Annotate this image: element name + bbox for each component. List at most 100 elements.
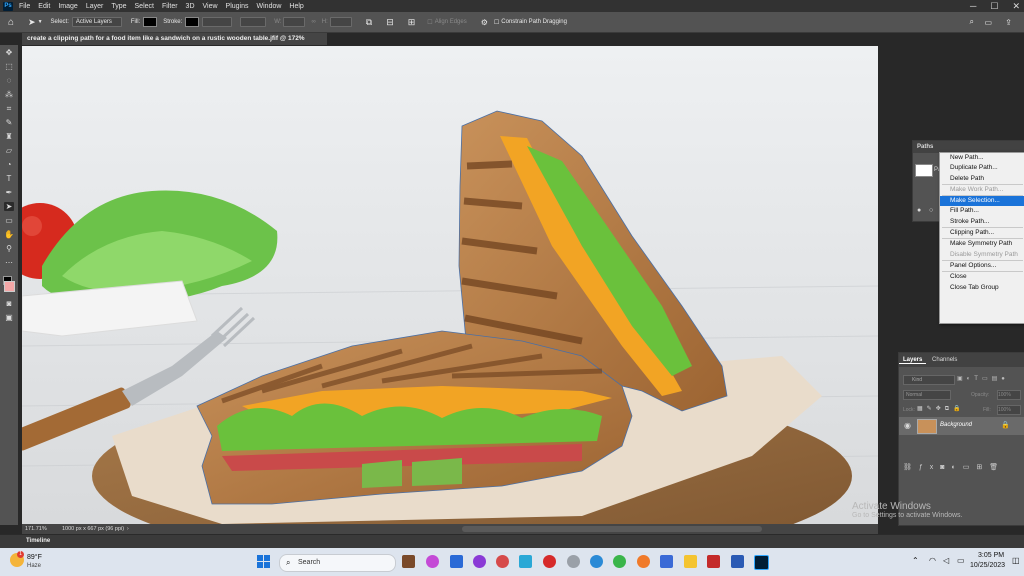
volume-icon[interactable]: ◁: [943, 556, 949, 565]
more-tools-icon[interactable]: ⋯: [4, 258, 14, 267]
chevron-down-icon[interactable]: ▼: [38, 19, 43, 25]
timeline-panel[interactable]: Timeline: [0, 534, 1024, 549]
app-icon-1[interactable]: [426, 555, 439, 568]
app-icon-4[interactable]: [519, 555, 532, 568]
path-thumbnail[interactable]: [915, 164, 933, 177]
close-icon[interactable]: ✕: [1012, 1, 1020, 12]
menu-make-symmetry-path[interactable]: Make Symmetry Path: [940, 239, 1024, 249]
horizontal-scrollbar[interactable]: [462, 526, 762, 532]
stroke-type-dropdown[interactable]: [240, 17, 267, 27]
edge-icon[interactable]: [590, 555, 603, 568]
tab-layers[interactable]: Layers: [899, 357, 927, 364]
fill-input[interactable]: 100%: [997, 405, 1021, 415]
menu-window[interactable]: Window: [257, 3, 282, 10]
pen-tool-icon[interactable]: ✒: [4, 188, 14, 197]
wifi-icon[interactable]: ◠: [929, 556, 936, 565]
path-selection-icon[interactable]: ➤: [4, 202, 14, 211]
word-icon[interactable]: [731, 555, 744, 568]
stamp-tool-icon[interactable]: ♜: [4, 132, 14, 141]
menu-close-tab-group[interactable]: Close Tab Group: [940, 283, 1024, 293]
menu-close[interactable]: Close: [940, 272, 1024, 282]
menu-file[interactable]: File: [19, 3, 30, 10]
magic-wand-tool-icon[interactable]: ⁂: [4, 90, 14, 99]
width-input[interactable]: [283, 17, 306, 27]
layer-row-background[interactable]: ◉ Background 🔒: [899, 417, 1024, 435]
notification-icon[interactable]: ◫: [1012, 556, 1020, 565]
move-tool-icon[interactable]: ✥: [4, 48, 14, 57]
menu-make-work-path[interactable]: Make Work Path...: [940, 185, 1024, 195]
blend-mode-dropdown[interactable]: Normal: [903, 390, 951, 400]
app-icon-2[interactable]: [450, 555, 463, 568]
file-explorer-icon[interactable]: [684, 555, 697, 568]
menu-new-path[interactable]: New Path...: [940, 153, 1024, 163]
shape-tool-icon[interactable]: ▭: [4, 216, 14, 225]
menu-plugins[interactable]: Plugins: [226, 3, 249, 10]
constrain-checkbox[interactable]: ☐: [494, 19, 499, 26]
hand-tool-icon[interactable]: ✋: [4, 230, 14, 239]
stroke-path-icon[interactable]: ○: [929, 207, 933, 214]
fill-swatch[interactable]: [143, 17, 158, 27]
app-icon-3[interactable]: [473, 555, 486, 568]
maximize-icon[interactable]: ☐: [990, 1, 998, 12]
background-color-swatch[interactable]: [4, 281, 15, 292]
menu-3d[interactable]: 3D: [186, 3, 195, 10]
visibility-eye-icon[interactable]: ◉: [904, 421, 911, 430]
zoom-level[interactable]: 171.71%: [25, 526, 47, 532]
document-tab[interactable]: create a clipping path for a food item l…: [22, 33, 327, 54]
menu-select[interactable]: Select: [135, 3, 154, 10]
align-edges-checkbox[interactable]: ☐: [427, 19, 432, 26]
menu-type[interactable]: Type: [111, 3, 126, 10]
brush-tool-icon[interactable]: ✎: [4, 118, 14, 127]
opera-icon[interactable]: [543, 555, 556, 568]
workspace-icon[interactable]: ▭: [984, 18, 992, 27]
calculator-icon[interactable]: [660, 555, 673, 568]
lock-icons[interactable]: ▦✎✥⧉🔒: [917, 405, 964, 413]
menu-edit[interactable]: Edit: [38, 3, 50, 10]
layer-actions[interactable]: ⛓ƒx◙◐▭⊞🗑: [903, 463, 1005, 471]
stroke-width-input[interactable]: [202, 17, 233, 27]
menu-delete-path[interactable]: Delete Path: [940, 174, 1024, 184]
task-view-icon[interactable]: [402, 555, 415, 568]
chrome-icon[interactable]: [613, 555, 626, 568]
clock-time[interactable]: 3:05 PM: [978, 552, 1004, 559]
clock-date[interactable]: 10/25/2023: [970, 562, 1005, 569]
menu-fill-path[interactable]: Fill Path...: [940, 206, 1024, 216]
quick-mask-icon[interactable]: ◙: [4, 299, 14, 308]
menu-layer[interactable]: Layer: [86, 3, 104, 10]
document-canvas[interactable]: [22, 46, 878, 524]
timeline-tab[interactable]: Timeline: [26, 538, 50, 544]
path-selection-tool-icon[interactable]: ➤: [28, 17, 36, 28]
vivaldi-icon[interactable]: [496, 555, 509, 568]
type-tool-icon[interactable]: T: [4, 174, 14, 183]
menu-stroke-path[interactable]: Stroke Path...: [940, 217, 1024, 227]
app-icon-5[interactable]: [567, 555, 580, 568]
layer-filter-kind[interactable]: Kind: [903, 375, 955, 385]
crop-tool-icon[interactable]: ⌗: [4, 104, 14, 113]
zoom-tool-icon[interactable]: ⚲: [4, 244, 14, 253]
screen-mode-icon[interactable]: ▣: [4, 313, 14, 322]
share-icon[interactable]: ⇪: [1005, 18, 1012, 27]
menu-disable-symmetry-path[interactable]: Disable Symmetry Path: [940, 250, 1024, 260]
settings-gear-icon[interactable]: ⚙: [481, 18, 488, 27]
select-dropdown[interactable]: Active Layers: [71, 17, 122, 27]
taskbar-search-box[interactable]: ⌕ Search: [279, 554, 396, 572]
link-icon[interactable]: ∞: [311, 19, 315, 25]
menu-filter[interactable]: Filter: [162, 3, 178, 10]
menu-duplicate-path[interactable]: Duplicate Path...: [940, 163, 1024, 173]
eraser-tool-icon[interactable]: ▱: [4, 146, 14, 155]
filezilla-icon[interactable]: [707, 555, 720, 568]
path-operations-icon[interactable]: ⧉: [366, 17, 372, 28]
firefox-icon[interactable]: [637, 555, 650, 568]
search-icon[interactable]: ⌕: [970, 17, 974, 27]
opacity-input[interactable]: 100%: [997, 390, 1021, 400]
marquee-tool-icon[interactable]: ⬚: [4, 62, 14, 71]
layer-filter-icons[interactable]: ▣◐T▭▤●: [957, 375, 1019, 384]
layer-name[interactable]: Background: [940, 422, 972, 428]
dodge-tool-icon[interactable]: ◔: [4, 160, 14, 169]
height-input[interactable]: [329, 17, 352, 27]
photoshop-taskbar-icon[interactable]: [754, 555, 769, 570]
menu-view[interactable]: View: [203, 3, 218, 10]
tab-channels[interactable]: Channels: [928, 357, 961, 363]
status-arrow-icon[interactable]: ›: [127, 526, 129, 532]
menu-clipping-path[interactable]: Clipping Path...: [940, 228, 1024, 238]
